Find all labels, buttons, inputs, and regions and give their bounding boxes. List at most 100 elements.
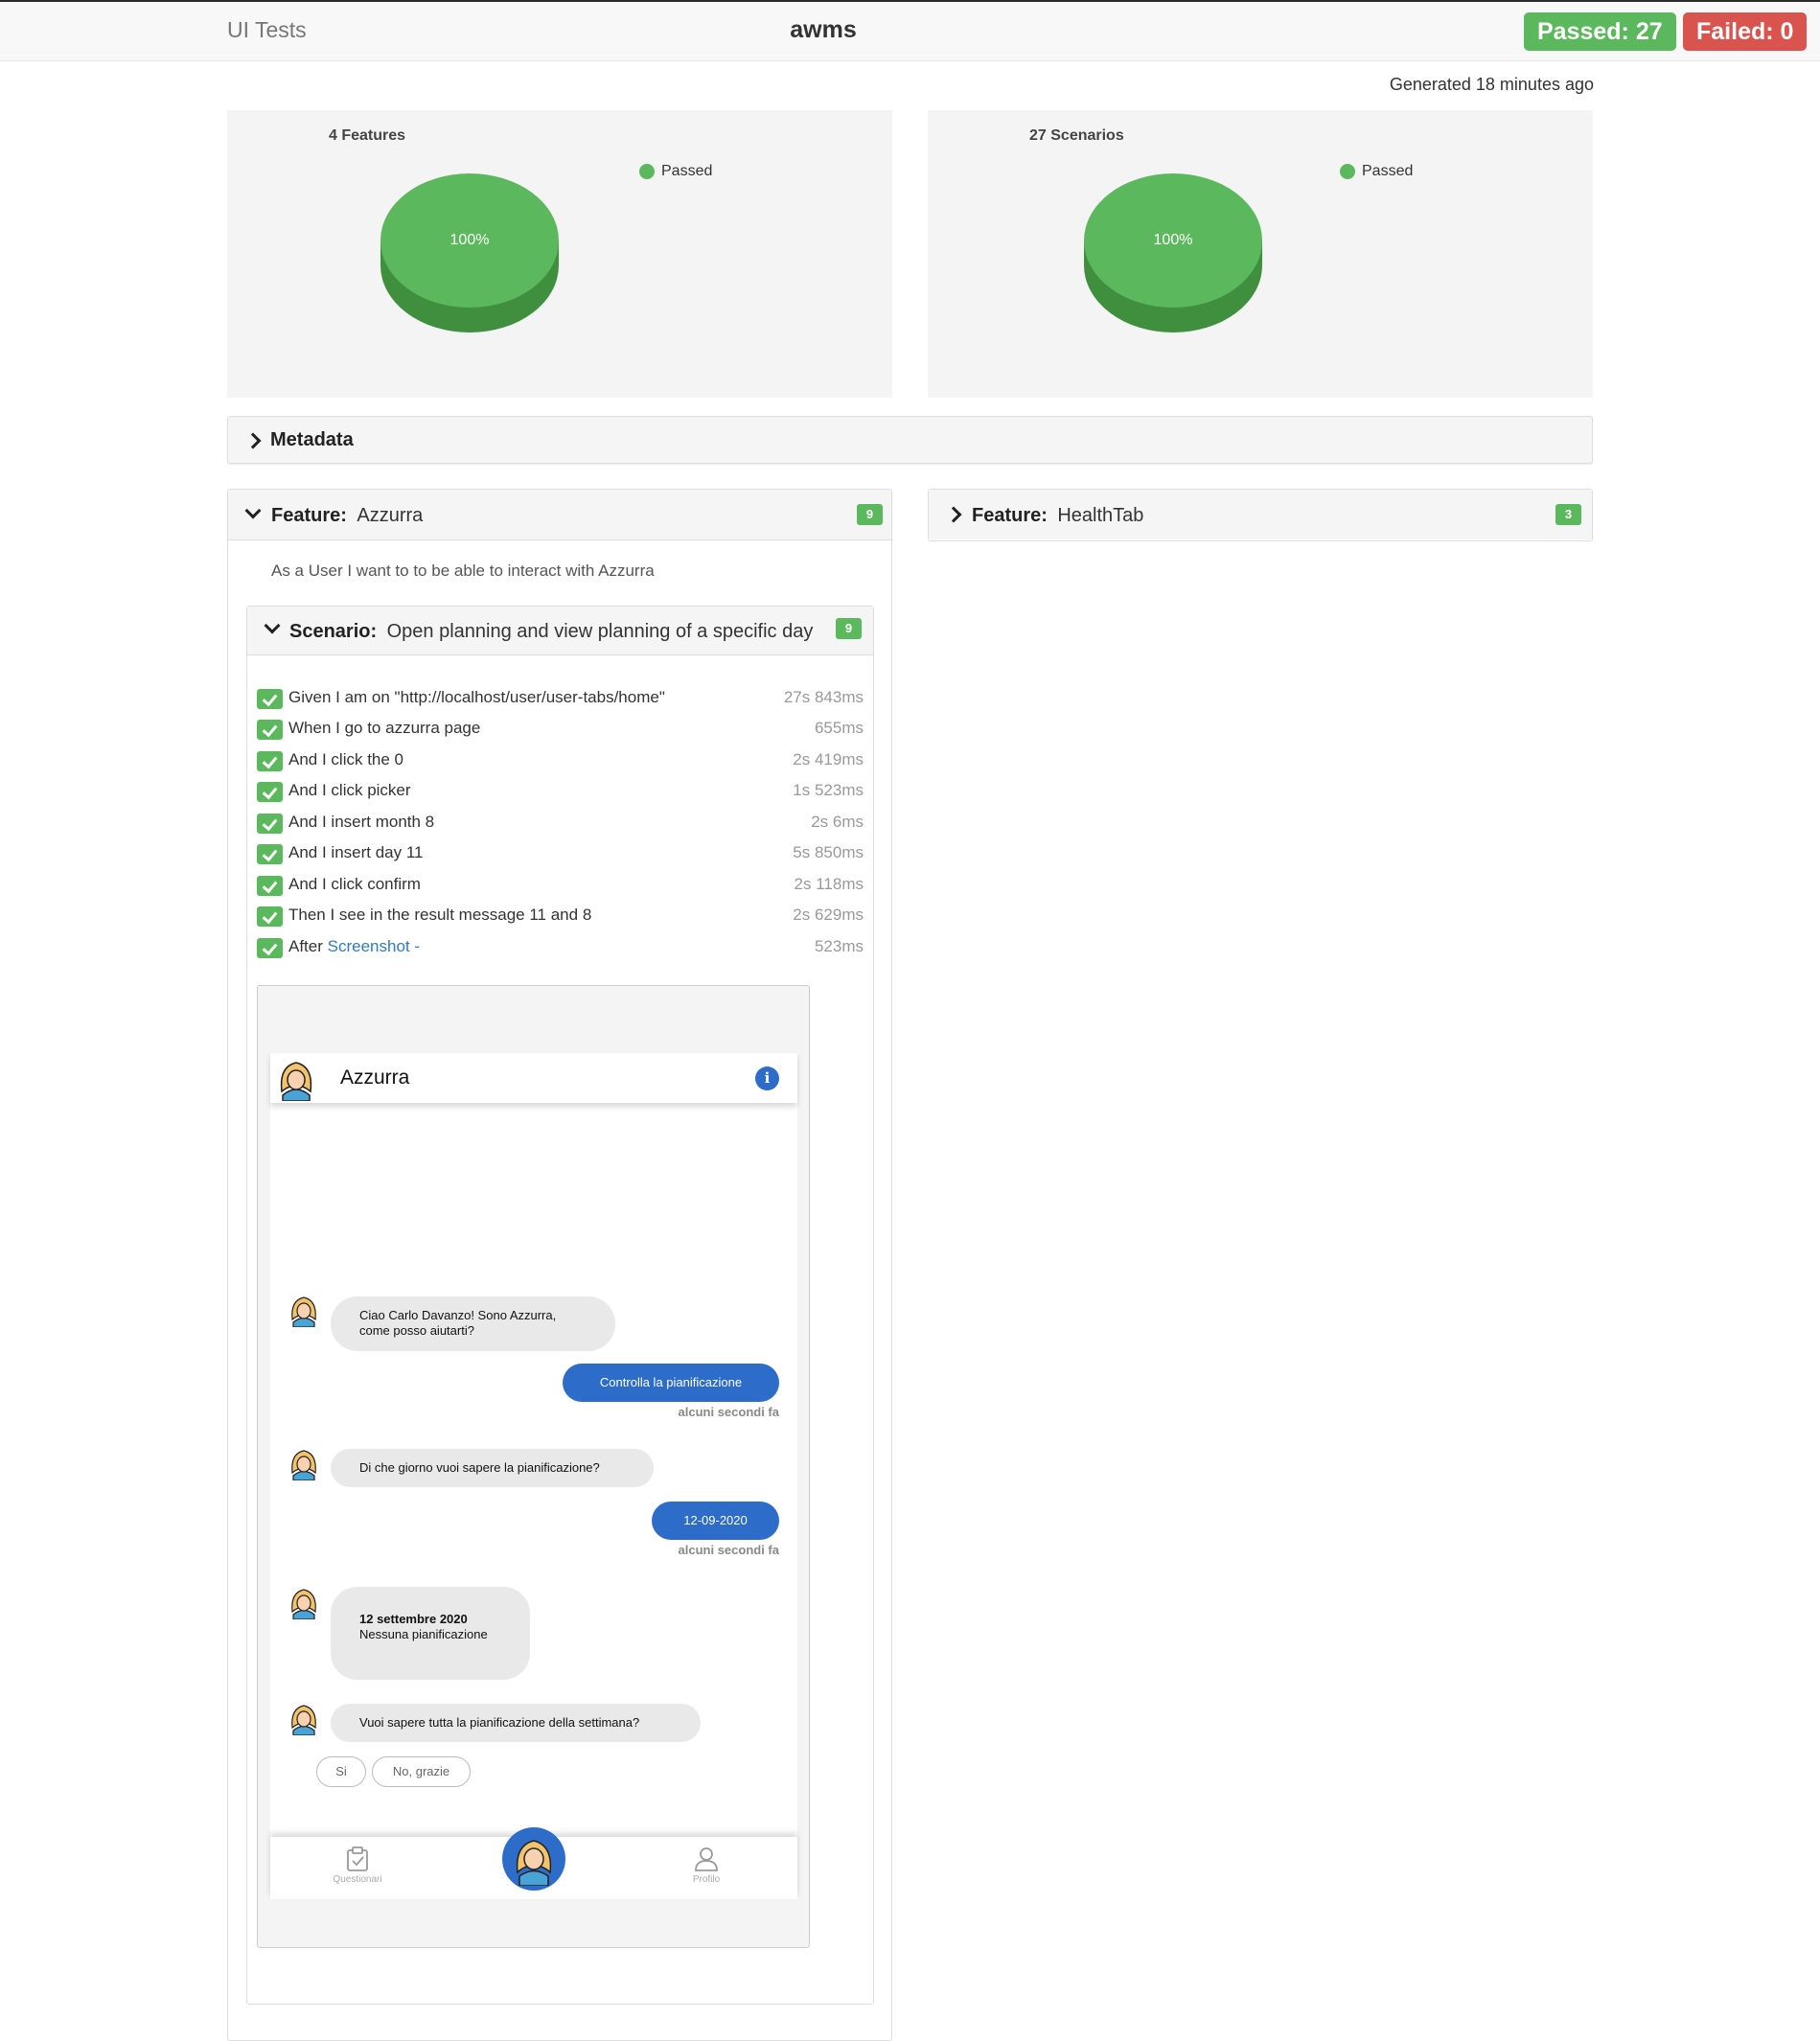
avatar-icon xyxy=(516,1840,552,1886)
scenarios-chart-panel: 27 Scenarios Passed 100% xyxy=(928,110,1593,398)
tab-profilo[interactable]: Profilo xyxy=(668,1874,745,1885)
check-icon xyxy=(257,720,283,740)
scenario-header[interactable]: Scenario: Open planning and view plannin… xyxy=(247,607,873,655)
pie-slice-label: 100% xyxy=(449,232,490,248)
pie-chart xyxy=(380,173,559,333)
user-icon[interactable] xyxy=(694,1846,719,1871)
chart-title: 4 Features xyxy=(329,127,406,144)
step-duration: 2s 118ms xyxy=(794,875,864,893)
bot-message: Ciao Carlo Davanzo! Sono Azzurra, come p… xyxy=(331,1296,615,1351)
step-text: Given I am on "http://localhost/user/use… xyxy=(288,688,665,706)
check-icon xyxy=(257,689,283,709)
avatar-icon xyxy=(280,1062,312,1101)
scenario-panel: Scenario: Open planning and view plannin… xyxy=(246,606,874,2005)
scenario-name: Open planning and view planning of a spe… xyxy=(386,621,814,642)
project-title: awms xyxy=(790,16,857,43)
app-screen: Azzurra i Ciao Carlo Davanzo! Sono Azzur… xyxy=(270,1053,797,1899)
legend-label: Passed xyxy=(1362,163,1414,179)
planning-status: Nessuna pianificazione xyxy=(359,1627,488,1641)
legend-label: Passed xyxy=(661,163,713,179)
feature-panel-azzurra: Feature: Azzurra 9 As a User I want to t… xyxy=(227,489,892,2041)
feature-keyword: Feature: xyxy=(972,505,1048,526)
chip-yes[interactable]: Si xyxy=(316,1756,366,1787)
step-duration: 2s 629ms xyxy=(793,906,864,924)
chevron-right-icon xyxy=(244,432,262,449)
bot-message: Vuoi sapere tutta la pianificazione dell… xyxy=(331,1704,701,1742)
failed-badge: Failed: 0 xyxy=(1683,12,1808,51)
step-text: And I click picker xyxy=(288,781,411,799)
step-row: When I go to azzurra page 655ms xyxy=(257,716,864,741)
check-icon xyxy=(257,751,283,771)
step-duration: 523ms xyxy=(814,937,864,955)
azzurra-fab[interactable] xyxy=(502,1827,565,1891)
step-duration: 5s 850ms xyxy=(793,843,864,861)
step-row: And I click confirm 2s 118ms xyxy=(257,872,864,897)
step-duration: 2s 6ms xyxy=(811,813,864,831)
scenario-count-badge: 9 xyxy=(857,504,883,525)
step-text: And I click the 0 xyxy=(288,750,404,768)
chevron-down-icon xyxy=(244,502,262,519)
avatar-icon xyxy=(291,1705,316,1735)
step-row: And I insert day 11 5s 850ms xyxy=(257,840,864,865)
legend-dot xyxy=(639,164,655,179)
chevron-right-icon xyxy=(945,506,962,523)
step-duration: 655ms xyxy=(814,719,864,737)
tab-questionari[interactable]: Questionari xyxy=(319,1874,396,1885)
step-text: And I insert day 11 xyxy=(288,843,424,861)
step-row: After Screenshot - 523ms xyxy=(257,934,864,959)
features-chart-panel: 4 Features Passed 100% xyxy=(227,110,892,398)
chip-no[interactable]: No, grazie xyxy=(372,1756,471,1787)
bot-message: Di che giorno vuoi sapere la pianificazi… xyxy=(331,1449,654,1487)
clipboard-check-icon[interactable] xyxy=(346,1846,369,1871)
feature-keyword: Feature: xyxy=(271,505,347,526)
generated-timestamp: Generated 18 minutes ago xyxy=(1389,75,1594,94)
chevron-down-icon xyxy=(264,617,281,634)
step-text: When I go to azzurra page xyxy=(288,719,481,737)
passed-badge: Passed: 27 xyxy=(1524,12,1676,51)
metadata-label: Metadata xyxy=(270,429,354,450)
step-text: And I click confirm xyxy=(288,875,421,893)
feature-name: Azzurra xyxy=(357,505,424,526)
check-icon xyxy=(257,814,283,834)
step-row: Then I see in the result message 11 and … xyxy=(257,903,864,928)
scenario-count-badge: 3 xyxy=(1555,504,1581,525)
app-title: Azzurra xyxy=(340,1066,410,1089)
bot-message-planning: 12 settembre 2020 Nessuna pianificazione xyxy=(331,1587,530,1680)
user-message: Controlla la pianificazione xyxy=(563,1364,779,1402)
avatar-icon xyxy=(291,1450,316,1480)
step-row: Given I am on "http://localhost/user/use… xyxy=(257,685,864,710)
legend-dot xyxy=(1340,164,1355,179)
chart-title: 27 Scenarios xyxy=(1029,127,1124,144)
check-icon xyxy=(257,782,283,802)
app-tabbar: Questionari Profilo xyxy=(270,1827,797,1899)
avatar-icon xyxy=(291,1296,316,1327)
message-timestamp: alcuni secondi fa xyxy=(678,1543,779,1557)
step-row: And I insert month 8 2s 6ms xyxy=(257,810,864,835)
info-icon[interactable]: i xyxy=(755,1066,779,1090)
screenshot-embed: Azzurra i Ciao Carlo Davanzo! Sono Azzur… xyxy=(257,985,810,1948)
message-timestamp: alcuni secondi fa xyxy=(678,1405,779,1419)
feature-header[interactable]: Feature: HealthTab 3 xyxy=(929,490,1592,539)
screenshot-link[interactable]: Screenshot - xyxy=(328,937,420,955)
top-navbar: UI Tests awms Passed: 27 Failed: 0 xyxy=(0,0,1820,61)
check-icon xyxy=(257,844,283,864)
step-text: Then I see in the result message 11 and … xyxy=(288,906,592,924)
step-text: After Screenshot - xyxy=(288,937,420,956)
step-duration: 2s 419ms xyxy=(793,750,864,768)
step-after-label: After xyxy=(288,937,323,955)
feature-name: HealthTab xyxy=(1057,505,1144,526)
feature-description: As a User I want to to be able to intera… xyxy=(271,562,655,580)
check-icon xyxy=(257,876,283,896)
step-duration: 27s 843ms xyxy=(783,688,864,706)
planning-date: 12 settembre 2020 xyxy=(359,1612,468,1626)
app-header: Azzurra i xyxy=(270,1053,797,1103)
feature-panel-healthtab: Feature: HealthTab 3 xyxy=(928,489,1593,541)
metadata-toggle[interactable]: Metadata xyxy=(227,416,1593,464)
check-icon xyxy=(257,906,283,927)
step-text: And I insert month 8 xyxy=(288,813,435,831)
scenario-keyword: Scenario: xyxy=(289,621,378,642)
feature-header[interactable]: Feature: Azzurra 9 xyxy=(228,490,891,540)
pie-chart xyxy=(1084,173,1262,333)
step-row: And I click picker 1s 523ms xyxy=(257,778,864,803)
step-row: And I click the 0 2s 419ms xyxy=(257,747,864,772)
